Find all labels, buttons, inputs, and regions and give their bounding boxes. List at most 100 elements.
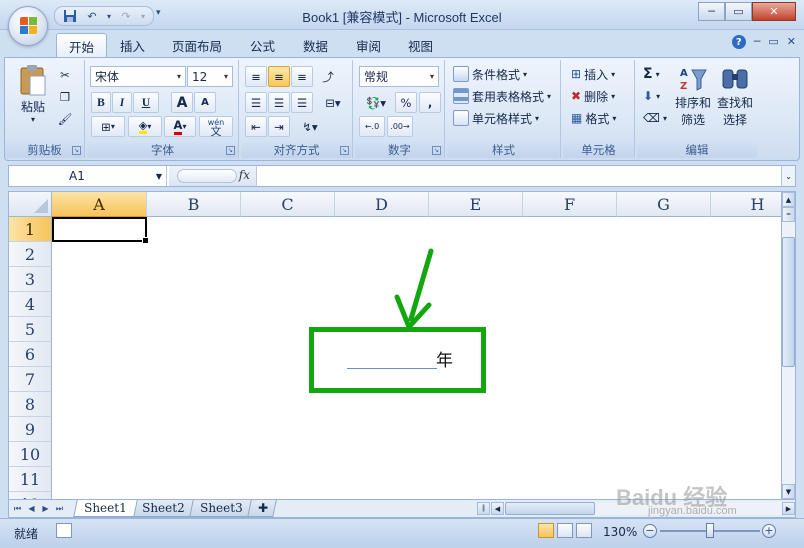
close-button[interactable]: ✕ (752, 2, 796, 21)
column-header-h[interactable]: H (711, 192, 781, 217)
page-layout-view-icon[interactable] (557, 523, 573, 538)
borders-button[interactable]: ⊞ ▾ (91, 116, 125, 137)
wrap-text-icon[interactable]: ↯▾ (295, 116, 325, 137)
minimize-button[interactable]: ─ (698, 2, 725, 21)
office-button[interactable] (8, 6, 48, 46)
row-header-10[interactable]: 10 (9, 442, 52, 467)
formula-bar-resize-handle[interactable] (177, 169, 237, 183)
zoom-in-icon[interactable]: + (762, 524, 776, 538)
vertical-scrollbar[interactable]: ▲ ═ ▼ (782, 191, 796, 500)
scroll-right-icon[interactable]: ▶ (782, 502, 795, 515)
paste-button[interactable]: 粘贴 ▾ (13, 64, 53, 124)
grow-font-button[interactable]: A (171, 92, 193, 113)
row-header-11[interactable]: 11 (9, 467, 52, 492)
row-header-8[interactable]: 8 (9, 392, 52, 417)
row-header-7[interactable]: 7 (9, 367, 52, 392)
name-box[interactable]: A1 ▼ (9, 166, 167, 186)
number-launcher-icon[interactable]: ↘ (432, 146, 441, 155)
worksheet-grid[interactable]: A B C D E F G H 1 2 3 4 5 6 7 8 9 10 11 … (8, 191, 782, 500)
scroll-down-icon[interactable]: ▼ (782, 484, 795, 499)
ribbon-close-icon[interactable]: ✕ (787, 35, 796, 49)
delete-cells-button[interactable]: ✖ 删除 ▾ (571, 86, 615, 106)
cut-icon[interactable]: ✂ (55, 64, 75, 85)
row-header-1[interactable]: 1 (9, 217, 52, 242)
active-cell-a1[interactable] (52, 217, 149, 244)
increase-indent-icon[interactable]: ⇥ (268, 116, 290, 137)
ribbon-restore-icon[interactable]: ▭ (768, 35, 778, 49)
column-header-d[interactable]: D (335, 192, 429, 217)
insert-cells-button[interactable]: ⊞ 插入 ▾ (571, 64, 615, 84)
bold-button[interactable]: B (91, 92, 111, 113)
paste-dropdown-icon[interactable]: ▾ (31, 115, 35, 124)
zoom-out-icon[interactable]: − (643, 524, 657, 538)
hsplit-handle-icon[interactable]: ║ (477, 502, 490, 515)
row-header-4[interactable]: 4 (9, 292, 52, 317)
column-header-e[interactable]: E (429, 192, 523, 217)
font-size-combo[interactable]: 12 ▾ (187, 66, 233, 87)
ribbon-minimize-icon[interactable]: ─ (754, 35, 761, 49)
tab-home[interactable]: 开始 (56, 33, 108, 58)
tab-review[interactable]: 审阅 (344, 33, 393, 58)
tab-page-layout[interactable]: 页面布局 (160, 33, 234, 58)
page-break-view-icon[interactable] (576, 523, 592, 538)
tab-data[interactable]: 数据 (291, 33, 340, 58)
decrease-indent-icon[interactable]: ⇤ (245, 116, 267, 137)
normal-view-icon[interactable] (538, 523, 554, 538)
accounting-format-icon[interactable]: 💱▾ (359, 92, 393, 113)
split-handle-icon[interactable]: ═ (782, 207, 795, 222)
format-painter-icon[interactable]: 🖌 (55, 108, 75, 129)
align-right-icon[interactable]: ☰ (291, 92, 313, 113)
underline-button[interactable]: U (133, 92, 159, 113)
conditional-format-button[interactable]: 条件格式 ▾ (453, 64, 527, 84)
row-header-6[interactable]: 6 (9, 342, 52, 367)
row-header-3[interactable]: 3 (9, 267, 52, 292)
insert-sheet-button[interactable]: ✚ (247, 500, 277, 517)
row-header-9[interactable]: 9 (9, 417, 52, 442)
cell-styles-button[interactable]: 单元格样式 ▾ (453, 108, 539, 128)
restore-button[interactable]: ▭ (725, 2, 752, 21)
next-sheet-icon[interactable]: ▶ (39, 502, 52, 515)
fill-color-button[interactable]: ◈ ▾ (128, 116, 162, 137)
align-top-icon[interactable]: ≡ (245, 66, 267, 87)
select-all-button[interactable] (9, 192, 52, 217)
align-center-icon[interactable]: ☰ (268, 92, 290, 113)
sheet-tab-sheet2[interactable]: Sheet2 (131, 500, 196, 517)
column-header-b[interactable]: B (147, 192, 241, 217)
tab-formulas[interactable]: 公式 (238, 33, 287, 58)
prev-sheet-icon[interactable]: ◀ (25, 502, 38, 515)
column-header-f[interactable]: F (523, 192, 617, 217)
increase-decimal-icon[interactable]: ←.0 (359, 116, 385, 137)
copy-icon[interactable]: ❐ (55, 86, 75, 107)
format-cells-button[interactable]: ▦ 格式 ▾ (571, 108, 616, 128)
alignment-launcher-icon[interactable]: ↘ (340, 146, 349, 155)
horizontal-scroll-thumb[interactable] (505, 502, 595, 515)
column-header-a[interactable]: A (52, 192, 147, 217)
zoom-slider-thumb[interactable] (706, 523, 714, 538)
clipboard-launcher-icon[interactable]: ↘ (72, 146, 81, 155)
align-left-icon[interactable]: ☰ (245, 92, 267, 113)
find-select-button[interactable]: 查找和 选择 (715, 64, 755, 128)
sort-filter-button[interactable]: AZ 排序和 筛选 (673, 64, 713, 128)
insert-function-icon[interactable]: fx (239, 168, 250, 182)
help-icon[interactable]: ? (731, 35, 746, 49)
comma-button[interactable]: , (419, 92, 441, 113)
font-color-button[interactable]: A ▾ (164, 116, 196, 137)
scroll-left-icon[interactable]: ◀ (491, 502, 504, 515)
align-bottom-icon[interactable]: ≡ (291, 66, 313, 87)
column-header-g[interactable]: G (617, 192, 711, 217)
percent-button[interactable]: % (395, 92, 417, 113)
decrease-decimal-icon[interactable]: .00→ (387, 116, 413, 137)
number-format-combo[interactable]: 常规 ▾ (359, 66, 439, 87)
phonetic-button[interactable]: wén 文 (199, 116, 233, 137)
autosum-button[interactable]: Σ ▾ (643, 64, 660, 84)
row-header-2[interactable]: 2 (9, 242, 52, 267)
italic-button[interactable]: I (112, 92, 132, 113)
column-header-c[interactable]: C (241, 192, 335, 217)
clear-button[interactable]: ⌫ ▾ (643, 108, 667, 128)
sheet-tab-sheet3[interactable]: Sheet3 (189, 500, 254, 517)
expand-formula-bar-icon[interactable]: ⌄ (781, 166, 795, 186)
align-middle-icon[interactable]: ≡ (268, 66, 290, 87)
sheet-tab-sheet1[interactable]: Sheet1 (73, 500, 138, 517)
table-format-button[interactable]: 套用表格格式 ▾ (453, 86, 551, 106)
tab-view[interactable]: 视图 (396, 33, 445, 58)
